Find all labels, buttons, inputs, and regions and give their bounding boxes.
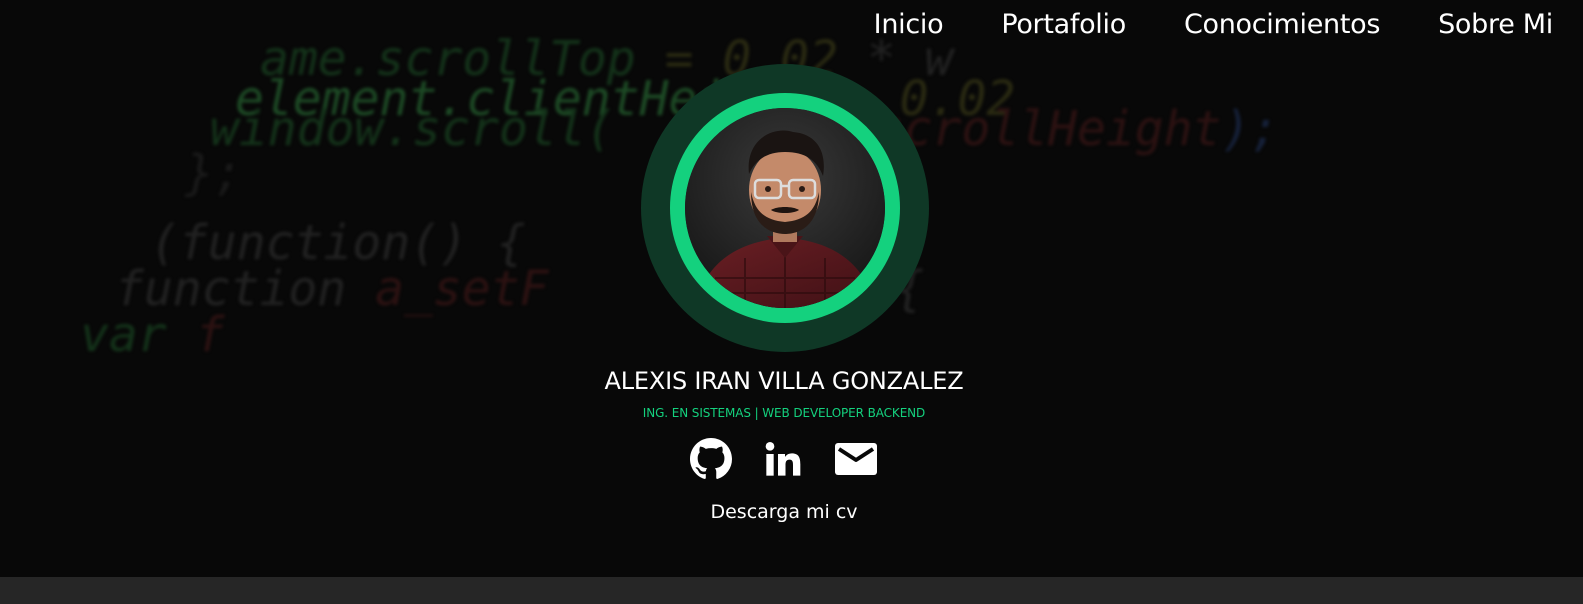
mail-icon[interactable]	[834, 439, 878, 483]
linkedin-icon[interactable]	[763, 439, 803, 483]
profile-subtitle: ING. EN SISTEMAS | WEB DEVELOPER BACKEND	[642, 406, 926, 420]
avatar	[670, 93, 900, 323]
avatar-halo	[641, 64, 929, 352]
profile-photo	[685, 108, 885, 308]
nav-item-portafolio[interactable]: Portafolio	[1001, 9, 1126, 40]
nav-item-inicio[interactable]: Inicio	[874, 9, 944, 40]
code-line: };	[185, 145, 243, 201]
profile-name: ALEXIS IRAN VILLA GONZALEZ	[604, 367, 964, 395]
github-icon[interactable]	[690, 438, 732, 484]
footer-strip	[0, 577, 1583, 604]
code-line: (function() {	[150, 215, 526, 271]
hero-section: ame.scrollTop = 0.02 * w element.clientH…	[0, 0, 1583, 582]
nav-item-conocimientos[interactable]: Conocimientos	[1184, 9, 1380, 40]
nav-item-sobre-mi[interactable]: Sobre Mi	[1438, 9, 1553, 40]
main-nav: Inicio Portafolio Conocimientos Sobre Mi	[816, 0, 1583, 48]
code-line: var f	[80, 307, 225, 363]
download-cv-link[interactable]: Descarga mi cv	[0, 501, 1568, 523]
social-links	[690, 438, 878, 484]
code-line: element.clientHeight + 0.02	[235, 71, 1016, 127]
